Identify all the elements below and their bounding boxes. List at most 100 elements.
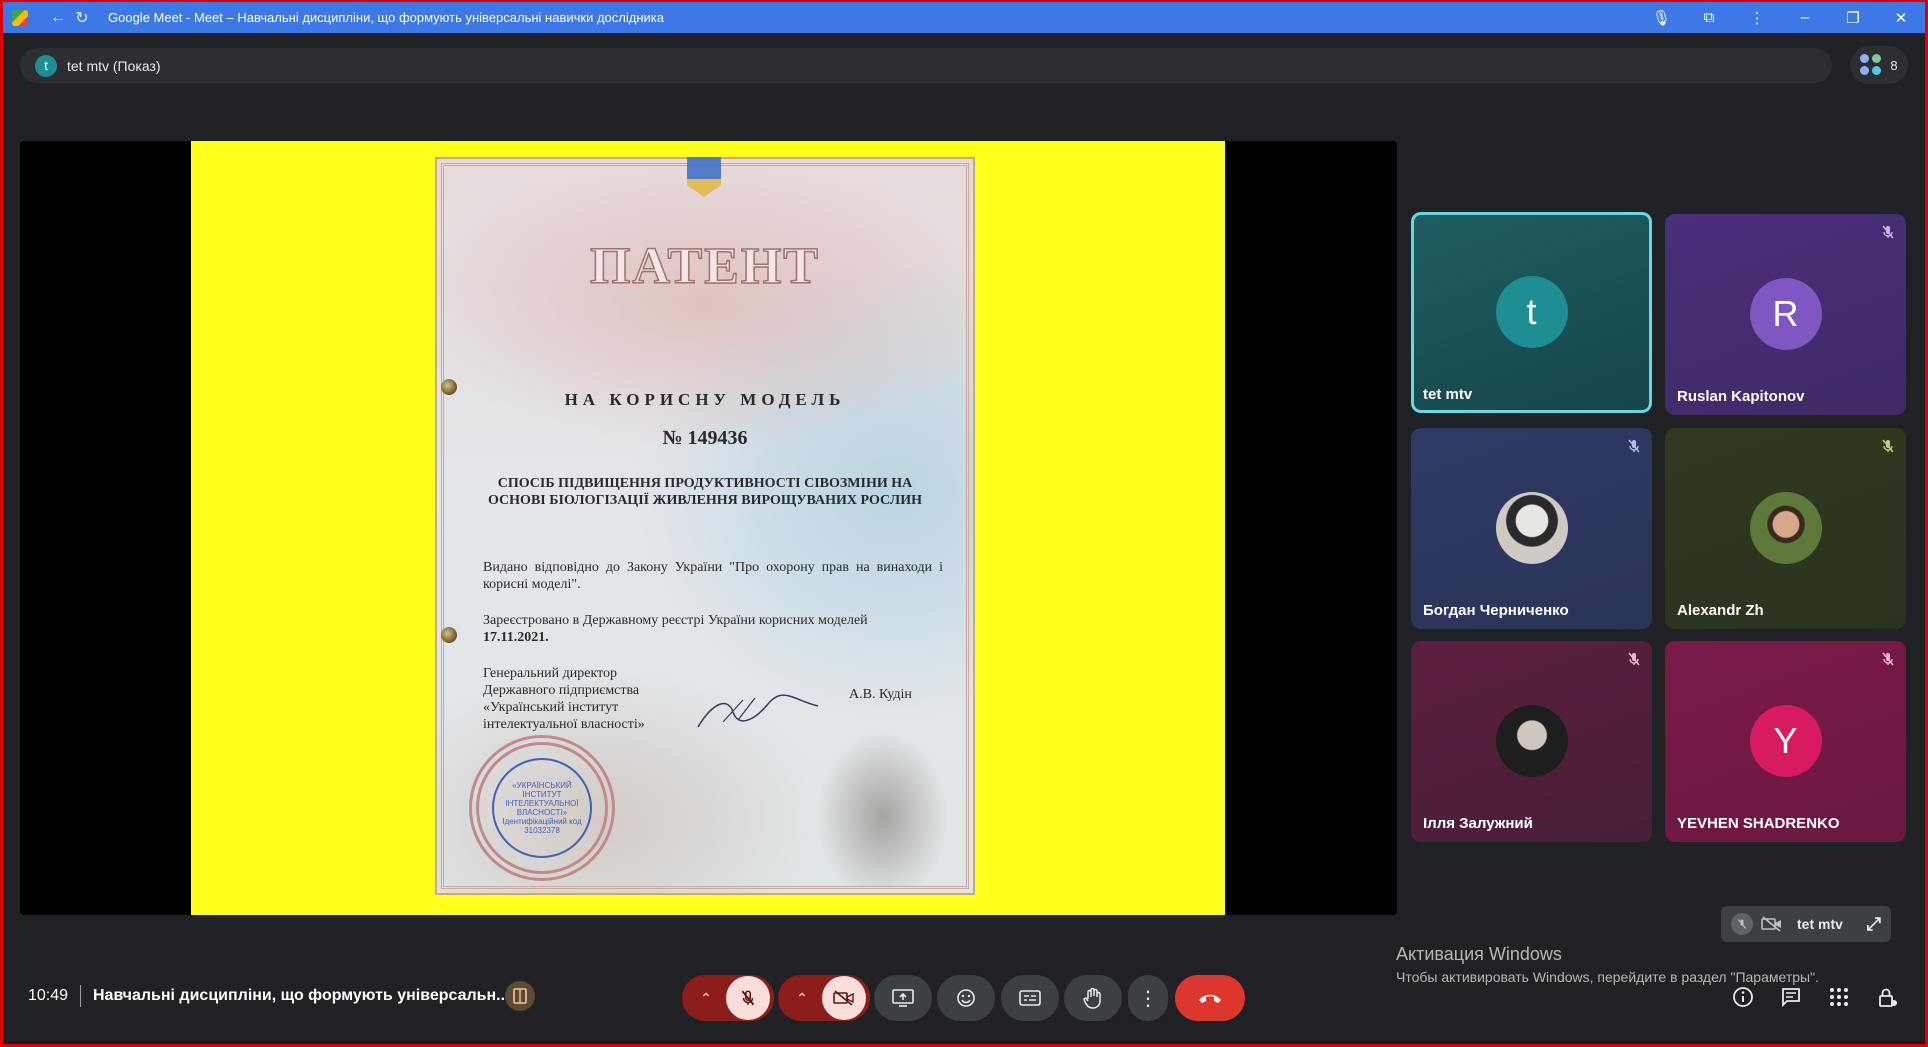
host-controls-button[interactable] [1874, 984, 1900, 1010]
clock: 10:49 [28, 987, 69, 1004]
participant-name: tet mtv [1423, 386, 1473, 403]
captions-icon [1019, 990, 1041, 1006]
camera-off-icon [1761, 916, 1781, 932]
presenter-bar: t tet mtv (Показ) [20, 48, 1832, 83]
signature-image [697, 694, 819, 728]
people-icon [1860, 54, 1882, 76]
hand-icon [1083, 987, 1101, 1009]
microphone-icon[interactable]: 🎙 [1652, 9, 1671, 27]
director-line3: «Український інститут [483, 700, 619, 715]
watermark-line2: Чтобы активировать Windows, перейдите в … [1396, 969, 1819, 985]
participant-tile[interactable]: Ілля Залужний [1411, 641, 1652, 842]
reload-icon[interactable]: ↻ [74, 8, 90, 28]
info-icon [1733, 987, 1753, 1007]
camera-control[interactable]: ⌃ [778, 975, 870, 1021]
director-line1: Генеральний директор [483, 666, 618, 681]
participant-name: Богдан Черниченко [1423, 602, 1569, 619]
certificate-para2: Зареєстровано в Державному реєстрі Украї… [483, 612, 943, 646]
seal-inner: «УКРАЇНСЬКИЙ ІНСТИТУТ ІНТЕЛЕКТУАЛЬНОЇ ВЛ… [492, 758, 592, 858]
mic-off-icon [1882, 652, 1894, 666]
certificate-register-text: Зареєстровано в Державному реєстрі Украї… [483, 613, 868, 628]
participant-tile[interactable]: Y YEVHEN SHADRENKO [1665, 641, 1906, 842]
official-seal: «УКРАЇНСЬКИЙ ІНСТИТУТ ІНТЕЛЕКТУАЛЬНОЇ ВЛ… [469, 735, 615, 881]
extension-icon[interactable]: ⧉ [1700, 9, 1718, 26]
windows-activation-watermark: Активация Windows Чтобы активировать Win… [1396, 944, 1819, 985]
camera-off-icon [833, 990, 854, 1006]
presenter-avatar: t [35, 54, 57, 77]
certificate-heading: СПОСІБ ПІДВИЩЕННЯ ПРОДУКТИВНОСТІ СІВОЗМІ… [488, 476, 922, 508]
mic-off-icon [1731, 913, 1753, 935]
certificate-signer: А.В. Кудін [849, 687, 912, 702]
mic-off-icon [1628, 439, 1640, 453]
microphone-control[interactable]: ⌃ [682, 975, 774, 1021]
participant-name: Alexandr Zh [1677, 602, 1764, 619]
seal-line2: ІНСТИТУТ [522, 790, 562, 799]
more-options-button[interactable]: ⋮ [1128, 975, 1168, 1021]
director-line4: інтелектуальної власності» [483, 717, 645, 732]
present-screen-button[interactable] [874, 975, 932, 1021]
window-title: Google Meet - Meet – Навчальні дисциплін… [108, 10, 664, 25]
back-icon[interactable]: ← [50, 9, 66, 27]
participant-photo [1495, 705, 1568, 777]
monument-image [805, 712, 960, 887]
divider [80, 985, 81, 1007]
present-icon [892, 989, 914, 1007]
taskbar-strip [0, 1041, 1928, 1047]
presenter-label: tet mtv (Показ) [67, 57, 161, 74]
close-button[interactable]: ✕ [1892, 9, 1910, 27]
meet-app-icon [12, 9, 28, 26]
shared-slide: ПАТЕНТ НА КОРИСНУ МОДЕЛЬ № 149436 СПОСІБ… [191, 141, 1225, 915]
restore-button[interactable]: ❐ [1844, 9, 1862, 27]
certificate-title: ПАТЕНТ [589, 237, 820, 296]
hang-up-icon [1199, 994, 1221, 1003]
certificate-director: Генеральний директор Державного підприєм… [483, 665, 683, 733]
participant-tile[interactable]: Богдан Черниченко [1411, 428, 1652, 629]
activities-button[interactable] [1826, 984, 1852, 1010]
participant-name: Ruslan Kapitonov [1677, 388, 1805, 405]
participant-avatar: R [1749, 278, 1822, 350]
participant-avatar: t [1495, 276, 1568, 348]
seal-line5: Ідентифікаційний код [502, 817, 582, 826]
raise-hand-button[interactable] [1064, 975, 1122, 1021]
rivet-icon [441, 627, 457, 643]
camera-off-button[interactable] [822, 976, 866, 1020]
certificate-date: 17.11.2021. [483, 630, 549, 645]
watermark-line1: Активация Windows [1396, 944, 1562, 964]
chevron-up-icon[interactable]: ⌃ [686, 990, 726, 1007]
reactions-button[interactable] [937, 975, 995, 1021]
chevron-up-icon[interactable]: ⌃ [782, 990, 822, 1007]
seal-line4: ВЛАСНОСТІ» [516, 808, 568, 817]
participant-tile[interactable]: t tet mtv [1411, 212, 1652, 413]
expand-icon[interactable]: ⤢ [1867, 914, 1881, 935]
director-line2: Державного підприємства [483, 683, 640, 698]
leave-call-button[interactable] [1175, 975, 1245, 1021]
certificate-subtitle: НА КОРИСНУ МОДЕЛЬ [564, 390, 846, 409]
self-view-name: tet mtv [1797, 916, 1843, 932]
participant-name: Ілля Залужний [1423, 815, 1533, 832]
mic-off-icon [1628, 652, 1640, 666]
document-icon[interactable] [505, 981, 535, 1011]
patent-certificate: ПАТЕНТ НА КОРИСНУ МОДЕЛЬ № 149436 СПОСІБ… [435, 157, 975, 895]
chat-button[interactable] [1778, 984, 1804, 1010]
seal-line1: «УКРАЇНСЬКИЙ [512, 781, 572, 790]
participant-photo [1749, 492, 1822, 564]
participants-button[interactable]: 8 [1850, 46, 1908, 84]
title-bar: ← ↻ Google Meet - Meet – Навчальні дисци… [0, 0, 1928, 33]
chat-icon [1782, 988, 1800, 1008]
captions-button[interactable] [1001, 975, 1059, 1021]
certificate-number: № 149436 [662, 427, 748, 449]
mic-off-icon [1882, 439, 1894, 453]
minimize-button[interactable]: – [1796, 9, 1814, 26]
lock-person-icon [1879, 988, 1897, 1007]
participant-tile[interactable]: R Ruslan Kapitonov [1665, 214, 1906, 415]
self-view[interactable]: tet mtv ⤢ [1721, 906, 1891, 942]
meeting-details-button[interactable] [1730, 984, 1756, 1010]
participant-tile[interactable]: Alexandr Zh [1665, 428, 1906, 629]
seal-line3: ІНТЕЛЕКТУАЛЬНОЇ [505, 799, 579, 808]
emoji-icon [957, 989, 975, 1007]
meeting-title: Навчальні дисципліни, що формують універ… [93, 987, 510, 1004]
participant-photo [1495, 492, 1568, 564]
mic-off-button[interactable] [726, 976, 770, 1020]
mic-off-icon [741, 990, 755, 1006]
more-vert-icon[interactable]: ⋮ [1748, 9, 1766, 27]
